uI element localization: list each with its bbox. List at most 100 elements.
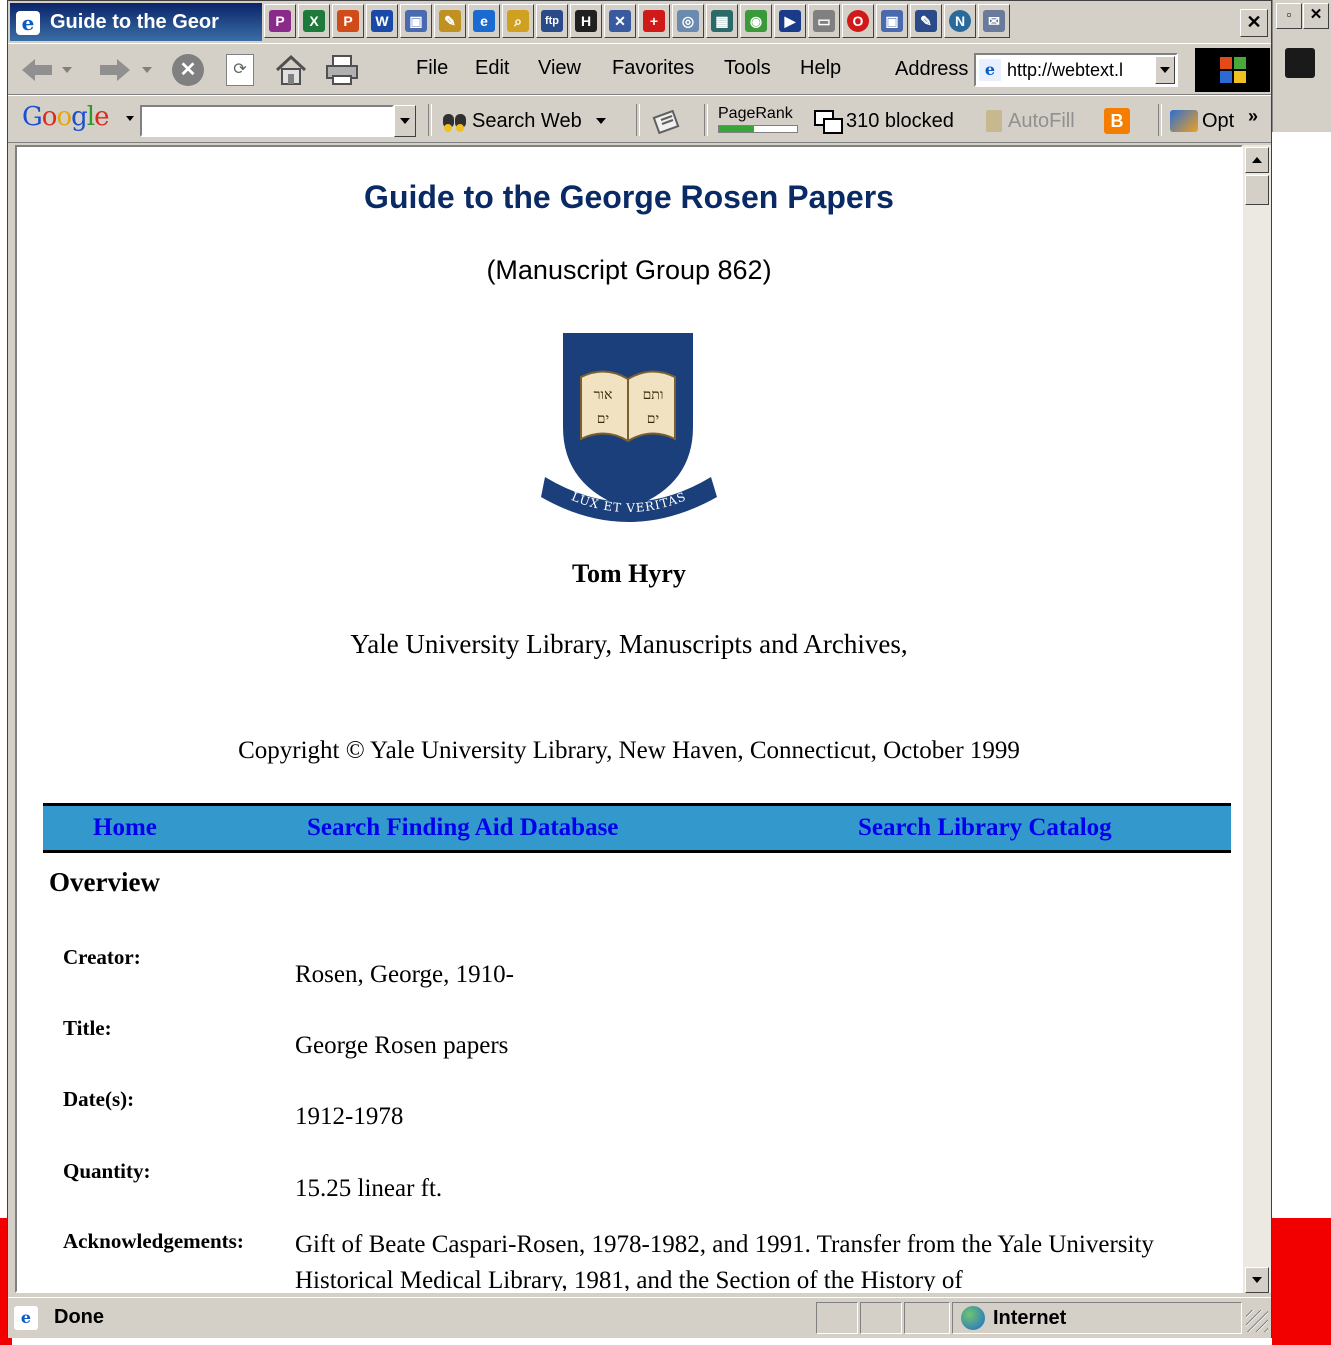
- print-button[interactable]: [324, 52, 360, 88]
- stop-button[interactable]: ✕: [172, 52, 204, 88]
- resize-grip[interactable]: [1246, 1310, 1268, 1332]
- scroll-thumb[interactable]: [1245, 175, 1269, 205]
- back-button[interactable]: [20, 52, 54, 88]
- menu-tools[interactable]: Tools: [724, 57, 771, 80]
- word-icon[interactable]: W: [366, 4, 398, 38]
- blogger-button[interactable]: B: [1104, 107, 1130, 135]
- netscape-icon[interactable]: N: [944, 4, 976, 38]
- status-pane: [904, 1302, 950, 1334]
- svg-text:ים: ים: [597, 411, 609, 427]
- menu-favorites[interactable]: Favorites: [612, 57, 694, 80]
- news-button[interactable]: [652, 107, 682, 135]
- status-pane: [816, 1302, 858, 1334]
- menu-view[interactable]: View: [538, 57, 581, 80]
- search-finding-aid-link[interactable]: Search Finding Aid Database: [307, 814, 618, 842]
- taskbar-app-icon[interactable]: ▣: [876, 4, 908, 38]
- forward-button[interactable]: [98, 52, 132, 88]
- menu-edit[interactable]: Edit: [475, 57, 509, 80]
- options-button[interactable]: Opt: [1170, 107, 1234, 135]
- chevron-down-icon: [595, 118, 606, 124]
- media-player-icon[interactable]: ▶: [774, 4, 806, 38]
- taskbar-app-icon[interactable]: P: [264, 4, 296, 38]
- back-dropdown[interactable]: [62, 52, 72, 88]
- window-title-text: Guide to the Geor: [50, 11, 219, 33]
- news-icon: [652, 109, 680, 134]
- desktop-close-button[interactable]: ✕: [1303, 3, 1329, 29]
- menu-file[interactable]: File: [416, 57, 448, 80]
- blogger-icon: B: [1104, 108, 1130, 134]
- svg-text:ותם: ותם: [643, 387, 664, 403]
- google-logo[interactable]: Google: [22, 102, 109, 132]
- scroll-down-button[interactable]: [1245, 1267, 1269, 1293]
- address-input[interactable]: e http://webtext.l: [974, 53, 1178, 87]
- scroll-up-button[interactable]: [1245, 147, 1269, 173]
- stop-icon: ✕: [172, 54, 204, 86]
- search-library-catalog-link[interactable]: Search Library Catalog: [858, 814, 1112, 842]
- page-title: Guide to the George Rosen Papers: [364, 179, 894, 215]
- popup-blocker-icon: [814, 110, 843, 134]
- page-viewport: Guide to the George Rosen Papers (Manusc…: [15, 145, 1243, 1293]
- chevron-down-icon[interactable]: [126, 116, 134, 121]
- chevron-down-icon: [1252, 1277, 1262, 1283]
- title-bar: e Guide to the Geor P X P W ▣ ✎ e ⌕ ftp …: [8, 1, 1271, 43]
- pagerank-fill: [719, 126, 755, 132]
- pagerank-label: PageRank: [718, 105, 793, 122]
- autofill-button[interactable]: AutoFill: [986, 107, 1075, 135]
- autofill-label: AutoFill: [1008, 109, 1075, 132]
- window-title[interactable]: e Guide to the Geor: [10, 3, 262, 41]
- address-dropdown[interactable]: [1155, 56, 1175, 84]
- taskbar-app-icon[interactable]: +: [638, 4, 670, 38]
- restore-button[interactable]: ▫: [1276, 3, 1302, 29]
- taskbar-app-icon[interactable]: ▣: [400, 4, 432, 38]
- home-link[interactable]: Home: [93, 814, 157, 842]
- chevron-down-icon: [1160, 67, 1170, 73]
- search-web-button[interactable]: Search Web: [442, 107, 606, 135]
- chevron-up-icon: [1252, 157, 1262, 163]
- home-button[interactable]: [274, 52, 308, 88]
- vertical-scrollbar[interactable]: [1243, 145, 1271, 1293]
- taskbar-app-icon[interactable]: ✎: [434, 4, 466, 38]
- popup-blocker-button[interactable]: 310 blocked: [814, 107, 954, 135]
- taskbar-app-icon[interactable]: ▭: [808, 4, 840, 38]
- forward-arrow-icon: [100, 59, 130, 81]
- taskbar-app-icon[interactable]: ◎: [672, 4, 704, 38]
- options-icon: [1170, 110, 1198, 132]
- status-bar: e Done Internet: [8, 1297, 1271, 1338]
- browser-window: e Guide to the Geor P X P W ▣ ✎ e ⌕ ftp …: [7, 0, 1272, 1338]
- opera-icon[interactable]: O: [842, 4, 874, 38]
- autofill-icon: [986, 110, 1002, 132]
- powerpoint-icon[interactable]: P: [332, 4, 364, 38]
- overview-label: Date(s):: [63, 1087, 135, 1111]
- windows-flag-icon: [1219, 57, 1246, 83]
- calculator-icon[interactable]: ▦: [706, 4, 738, 38]
- taskbar-app-icon[interactable]: ✎: [910, 4, 942, 38]
- chevron-down-icon: [62, 67, 72, 73]
- menu-help[interactable]: Help: [800, 57, 841, 80]
- forward-dropdown[interactable]: [142, 52, 152, 88]
- ftp-icon[interactable]: ftp: [536, 4, 568, 38]
- google-search-input[interactable]: [140, 105, 394, 137]
- yale-shield-logo: אור ותם ים ים LUX ET VERITAS: [541, 333, 717, 522]
- overview-value: George Rosen papers: [295, 1032, 509, 1059]
- close-button[interactable]: ✕: [1240, 9, 1268, 37]
- options-label: Opt: [1202, 109, 1235, 132]
- status-pane: [860, 1302, 902, 1334]
- taskbar-app-icon[interactable]: ✕: [604, 4, 636, 38]
- google-search-dropdown[interactable]: [394, 105, 416, 137]
- excel-icon[interactable]: X: [298, 4, 330, 38]
- home-icon: [275, 54, 307, 85]
- page-icon: e: [979, 59, 1001, 81]
- overview-label: Quantity:: [63, 1159, 151, 1183]
- ie-taskbar-icon[interactable]: e: [468, 4, 500, 38]
- taskbar-app-icon[interactable]: ◉: [740, 4, 772, 38]
- refresh-button[interactable]: ⟳: [226, 52, 254, 88]
- search-taskbar-icon[interactable]: ⌕: [502, 4, 534, 38]
- security-zone[interactable]: Internet: [952, 1302, 1242, 1334]
- overview-value: 15.25 linear ft.: [295, 1175, 443, 1202]
- mail-icon[interactable]: ✉: [978, 4, 1010, 38]
- popup-blocked-count: 310 blocked: [846, 109, 954, 132]
- back-arrow-icon: [22, 59, 52, 81]
- chevron-more-icon[interactable]: »: [1248, 106, 1258, 127]
- institution: Yale University Library, Manuscripts and…: [350, 629, 908, 659]
- taskbar-app-icon[interactable]: H: [570, 4, 602, 38]
